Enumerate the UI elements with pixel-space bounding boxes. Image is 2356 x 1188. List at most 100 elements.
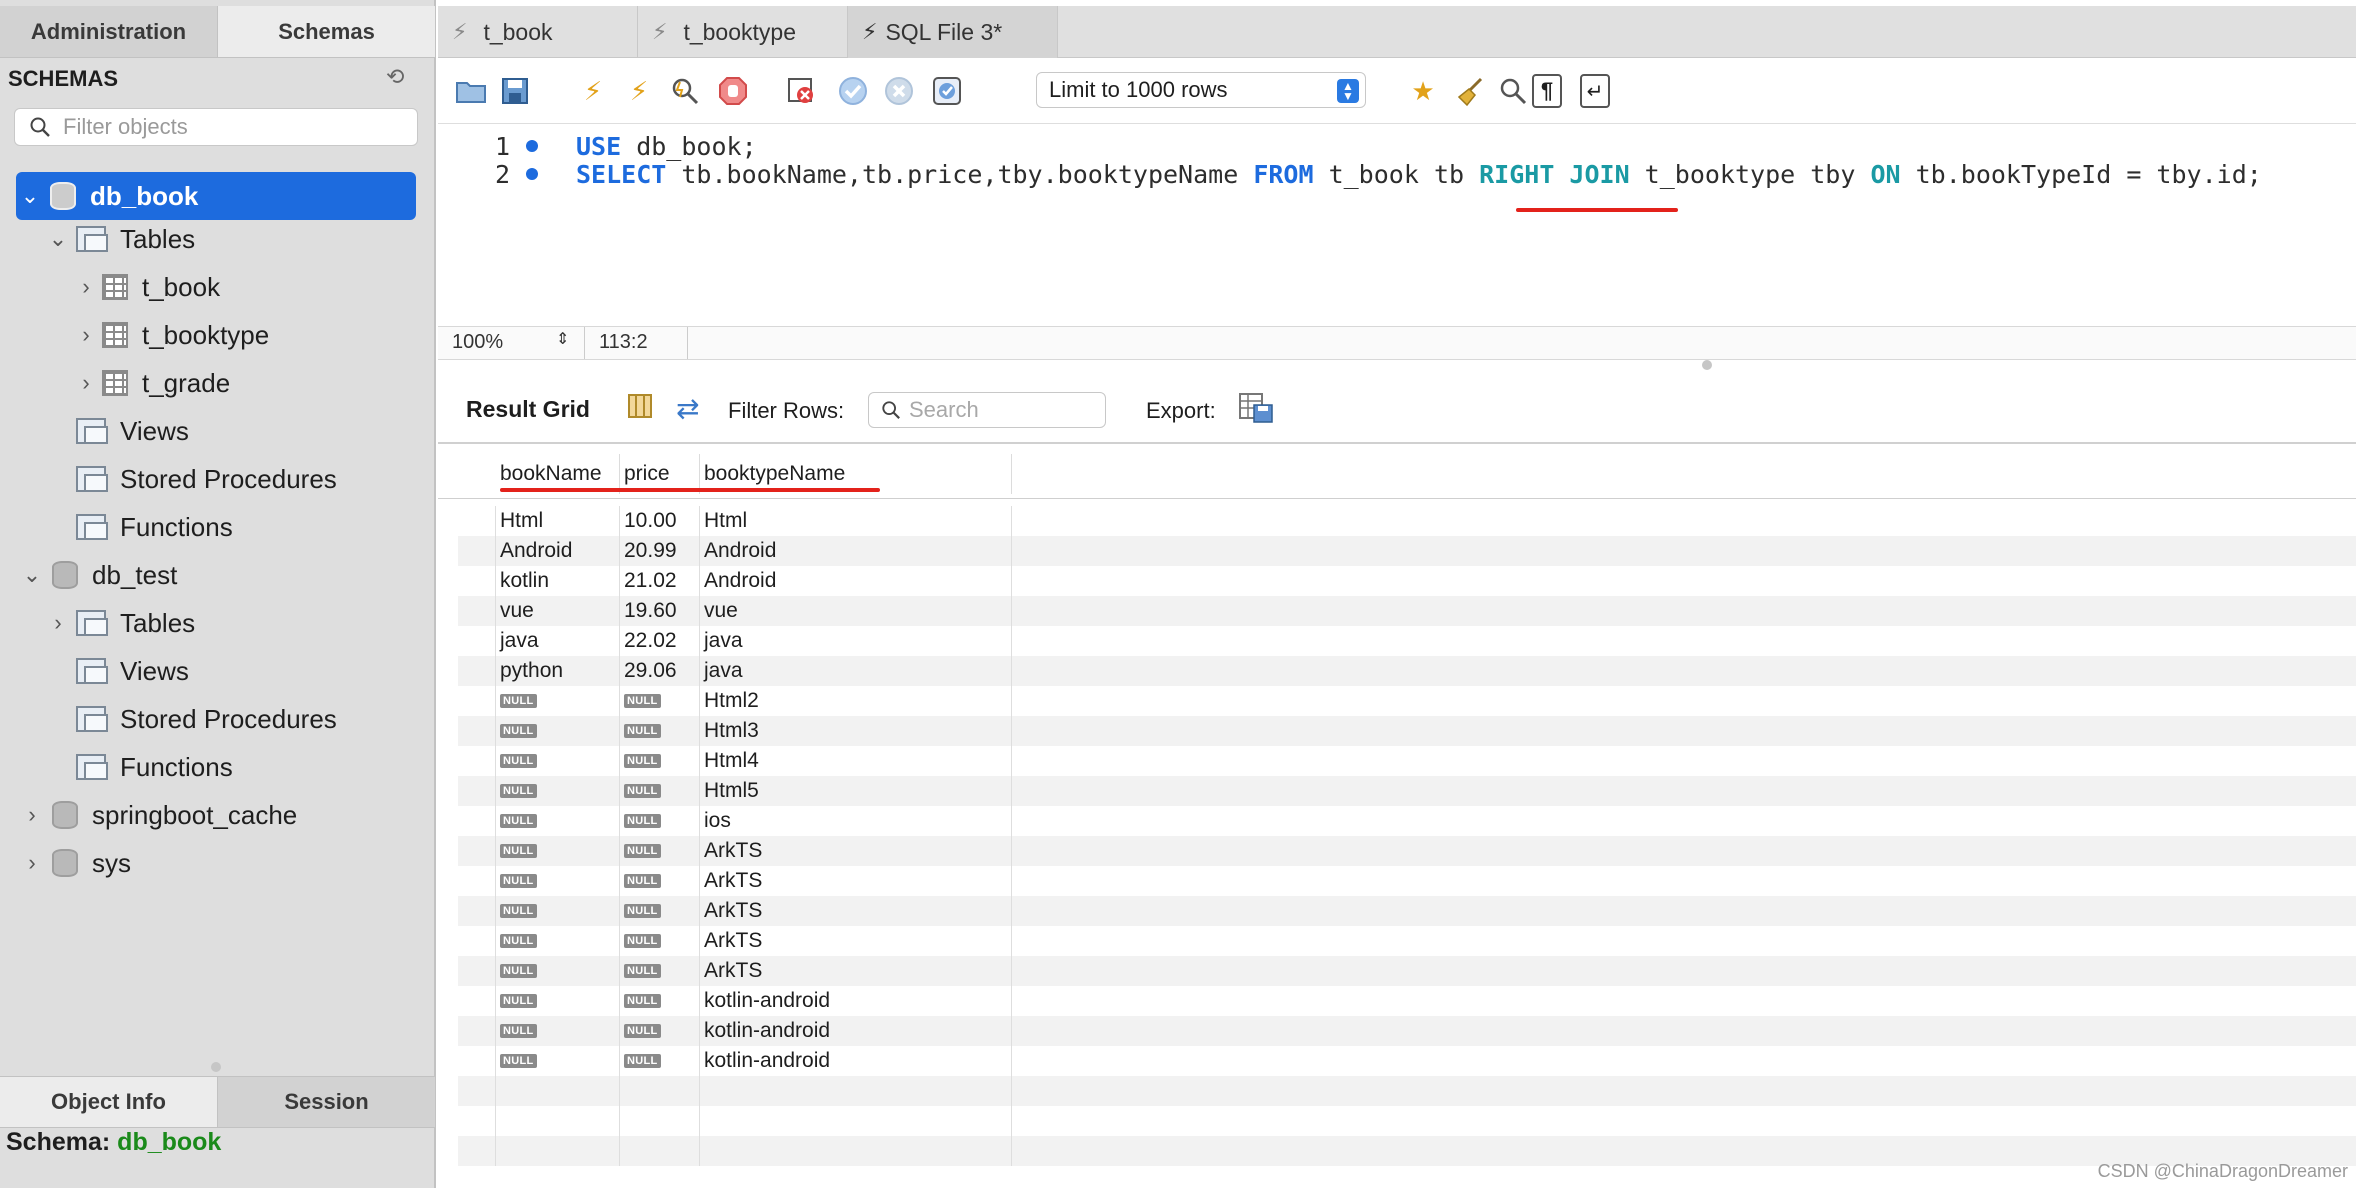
table-cell[interactable] xyxy=(700,1076,1012,1106)
beautify-broom-icon[interactable] xyxy=(1454,74,1488,108)
open-folder-icon[interactable] xyxy=(454,74,488,108)
chevron-down-icon[interactable]: ⌄ xyxy=(20,562,44,588)
refresh-icon[interactable]: ⟲ xyxy=(386,64,404,90)
row-selector[interactable] xyxy=(458,986,496,1016)
table-cell[interactable]: ios xyxy=(700,806,1012,836)
table-cell[interactable]: ArkTS xyxy=(700,866,1012,896)
table-cell[interactable]: Android xyxy=(496,536,620,566)
empty-row[interactable] xyxy=(458,1136,2356,1166)
execute-icon[interactable]: ⚡ xyxy=(576,74,610,108)
table-row[interactable]: Html 10.00 Html xyxy=(458,506,2356,536)
table-row[interactable]: Android 20.99 Android xyxy=(458,536,2356,566)
table-row[interactable]: java 22.02 java xyxy=(458,626,2356,656)
word-wrap-icon[interactable]: ↵ xyxy=(1580,74,1610,108)
table-cell[interactable]: Html3 xyxy=(700,716,1012,746)
filter-objects-field[interactable] xyxy=(14,108,418,146)
table-row[interactable]: NULL NULL ArkTS xyxy=(458,926,2356,956)
grid-view-icon[interactable] xyxy=(626,392,654,427)
tree-schema-db-book[interactable]: ⌄ db_book xyxy=(16,172,416,220)
filter-objects-input[interactable] xyxy=(63,114,403,140)
table-cell[interactable]: 20.99 xyxy=(620,536,700,566)
table-cell[interactable]: NULL xyxy=(496,956,620,986)
table-cell[interactable]: ArkTS xyxy=(700,836,1012,866)
row-selector[interactable] xyxy=(458,716,496,746)
table-cell[interactable] xyxy=(620,1136,700,1166)
row-selector[interactable] xyxy=(458,866,496,896)
filter-rows-field[interactable] xyxy=(868,392,1106,428)
table-cell[interactable]: NULL xyxy=(620,896,700,926)
explain-icon[interactable] xyxy=(668,74,702,108)
tab-t-book[interactable]: ⚡ t_book xyxy=(438,6,638,58)
chevron-right-icon[interactable]: › xyxy=(20,802,44,828)
tab-session[interactable]: Session xyxy=(218,1077,436,1127)
tree-table-t-grade[interactable]: › t_grade xyxy=(0,360,436,406)
tab-schemas[interactable]: Schemas xyxy=(218,6,436,57)
table-row[interactable]: NULL NULL ios xyxy=(458,806,2356,836)
table-row[interactable]: NULL NULL Html2 xyxy=(458,686,2356,716)
table-cell[interactable] xyxy=(496,1106,620,1136)
table-cell[interactable] xyxy=(700,1136,1012,1166)
table-cell[interactable]: 22.02 xyxy=(620,626,700,656)
table-cell[interactable]: NULL xyxy=(496,896,620,926)
table-cell[interactable]: java xyxy=(496,626,620,656)
table-cell[interactable]: NULL xyxy=(620,806,700,836)
tab-t-booktype[interactable]: ⚡ t_booktype xyxy=(638,6,848,58)
row-selector[interactable] xyxy=(458,596,496,626)
table-cell[interactable]: NULL xyxy=(496,926,620,956)
empty-row[interactable] xyxy=(458,1076,2356,1106)
table-row[interactable]: NULL NULL ArkTS xyxy=(458,866,2356,896)
row-selector[interactable] xyxy=(458,1106,496,1136)
save-icon[interactable] xyxy=(498,74,532,108)
table-cell[interactable]: NULL xyxy=(620,686,700,716)
tree-table-t-booktype[interactable]: › t_booktype xyxy=(0,312,436,358)
filter-rows-input[interactable] xyxy=(909,397,1089,423)
table-cell[interactable]: NULL xyxy=(496,1046,620,1076)
tree-schema-db-test[interactable]: ⌄ db_test xyxy=(0,552,436,598)
table-cell[interactable]: NULL xyxy=(496,836,620,866)
splitter-handle[interactable] xyxy=(1702,360,1712,370)
tree-db-test-views[interactable]: Views xyxy=(0,648,436,694)
zoom-level[interactable]: 100% xyxy=(452,331,503,354)
chevron-right-icon[interactable]: › xyxy=(74,370,98,396)
tree-schema-sys[interactable]: › sys xyxy=(0,840,436,886)
row-selector[interactable] xyxy=(458,806,496,836)
table-cell[interactable]: NULL xyxy=(620,986,700,1016)
table-cell[interactable]: 29.06 xyxy=(620,656,700,686)
tab-object-info[interactable]: Object Info xyxy=(0,1077,218,1127)
table-cell[interactable]: kotlin-android xyxy=(700,1016,1012,1046)
table-cell[interactable]: vue xyxy=(496,596,620,626)
table-cell[interactable]: python xyxy=(496,656,620,686)
row-selector[interactable] xyxy=(458,896,496,926)
table-cell[interactable] xyxy=(620,1106,700,1136)
table-cell[interactable]: Html xyxy=(700,506,1012,536)
tree-db-book-views[interactable]: Views xyxy=(0,408,436,454)
splitter-handle[interactable] xyxy=(211,1062,221,1072)
row-selector[interactable] xyxy=(458,686,496,716)
tree-schema-springboot-cache[interactable]: › springboot_cache xyxy=(0,792,436,838)
execute-statement-icon[interactable]: ⚡ xyxy=(622,74,656,108)
table-row[interactable]: NULL NULL ArkTS xyxy=(458,896,2356,926)
export-icon[interactable] xyxy=(1238,392,1274,431)
table-row[interactable]: NULL NULL kotlin-android xyxy=(458,986,2356,1016)
table-cell[interactable]: Android xyxy=(700,566,1012,596)
result-grid[interactable]: bookName price booktypeName Html 10.00 Htm… xyxy=(438,446,2356,1188)
rollback-icon[interactable] xyxy=(882,74,916,108)
sql-editor[interactable]: 1 USE db_book; 2 SELECT tb.bookName,tb.p… xyxy=(438,126,2356,326)
table-cell[interactable]: NULL xyxy=(620,956,700,986)
table-cell[interactable]: java xyxy=(700,656,1012,686)
row-selector[interactable] xyxy=(458,506,496,536)
add-snippet-star-icon[interactable]: ★ xyxy=(1406,74,1440,108)
table-cell[interactable]: Html2 xyxy=(700,686,1012,716)
table-cell[interactable]: Html xyxy=(496,506,620,536)
empty-row[interactable] xyxy=(458,1106,2356,1136)
row-selector[interactable] xyxy=(458,656,496,686)
row-selector[interactable] xyxy=(458,536,496,566)
limit-rows-select[interactable]: Limit to 1000 rows ▲ ▼ xyxy=(1036,72,1366,108)
table-cell[interactable]: NULL xyxy=(496,1016,620,1046)
result-grid-tab[interactable]: Result Grid xyxy=(466,396,590,423)
tree-db-test-stored-procedures[interactable]: Stored Procedures xyxy=(0,696,436,742)
table-cell[interactable]: kotlin-android xyxy=(700,1046,1012,1076)
tree-db-test-tables[interactable]: › Tables xyxy=(0,600,436,646)
row-selector[interactable] xyxy=(458,1136,496,1166)
invisible-chars-icon[interactable]: ¶ xyxy=(1532,74,1562,108)
